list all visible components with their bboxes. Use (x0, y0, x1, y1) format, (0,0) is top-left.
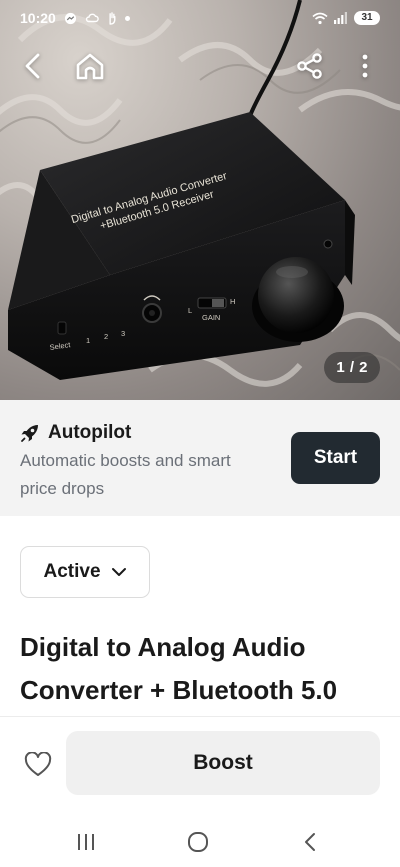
hand-icon (109, 11, 116, 25)
battery-icon: 31 (354, 11, 380, 25)
input-1-label: 1 (86, 336, 90, 345)
cloud-icon (85, 13, 99, 23)
favorite-button[interactable] (20, 747, 56, 783)
listing-status-dropdown[interactable]: Active (20, 546, 150, 598)
status-bar: 10:20 31 (0, 0, 400, 36)
gain-low-label: L (188, 306, 192, 315)
dot-icon (124, 15, 130, 21)
product-photo[interactable]: Digital to Analog Audio Converter +Bluet… (0, 0, 400, 400)
signal-icon (334, 12, 347, 24)
rocket-icon (21, 425, 38, 442)
listing-status-label: Active (43, 561, 101, 582)
input-3-label: 3 (121, 329, 125, 338)
autopilot-start-button[interactable]: Start (291, 432, 380, 484)
status-time: 10:20 (20, 10, 56, 26)
home-circle-icon (188, 832, 208, 852)
chevron-down-icon (111, 568, 126, 576)
boost-button[interactable]: Boost (66, 731, 380, 795)
back-button[interactable] (15, 48, 51, 84)
messenger-icon (64, 12, 76, 24)
autopilot-subtitle: Automatic boosts and smart price drops (20, 451, 231, 498)
share-button[interactable] (292, 48, 328, 84)
gain-label: GAIN (202, 313, 220, 322)
system-home-button[interactable] (178, 824, 218, 860)
recents-button[interactable] (66, 824, 106, 860)
home-icon (76, 53, 104, 80)
bottom-action-bar: Boost (0, 716, 400, 817)
wifi-icon (312, 12, 328, 24)
recents-icon (78, 834, 94, 850)
more-options-button[interactable] (347, 48, 383, 84)
input-2-label: 2 (104, 332, 108, 341)
photo-counter: 1 / 2 (324, 352, 380, 383)
back-chevron-icon (305, 833, 315, 851)
gain-high-label: H (230, 297, 235, 306)
heart-icon (24, 752, 52, 776)
home-button[interactable] (72, 48, 108, 84)
autopilot-title: Autopilot (48, 422, 132, 443)
system-back-button[interactable] (290, 824, 330, 860)
back-arrow-icon (25, 53, 40, 79)
top-navigation (0, 44, 400, 88)
more-vertical-icon (362, 54, 368, 78)
share-icon (297, 53, 322, 79)
listing-title: Digital to Analog Audio Converter + Blue… (20, 632, 338, 705)
system-navigation-bar (0, 816, 400, 867)
